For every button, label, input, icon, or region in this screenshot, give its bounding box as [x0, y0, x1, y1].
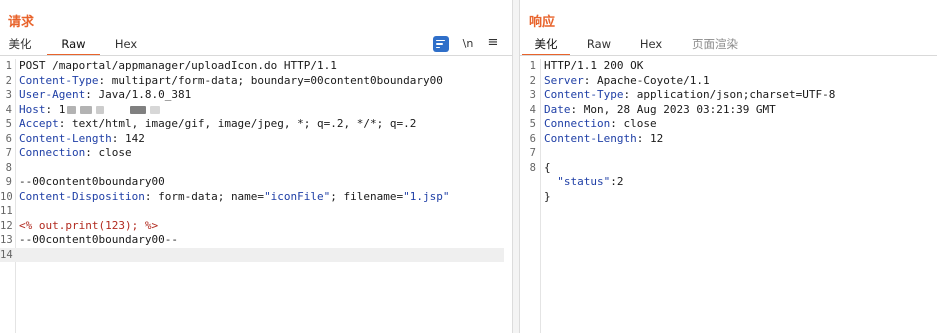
request-line: 6 Content-Length: 142 — [5, 131, 145, 145]
response-title: 响应 — [529, 15, 556, 30]
redacted-host-block — [96, 105, 105, 114]
request-line: 10 Content-Disposition: form-data; name="… — [0, 189, 450, 203]
request-tab-hex[interactable]: Hex — [108, 35, 144, 54]
request-line: 3 User-Agent: Java/1.8.0_381 — [5, 88, 192, 101]
request-line: 1 POST /maportal/appmanager/uploadIcon.do… — [5, 59, 337, 72]
request-line: 12 <% out.print(123); %> — [0, 218, 159, 232]
request-line: 11 — [0, 205, 13, 217]
response-line: 7 — [529, 147, 536, 159]
request-tab-pretty[interactable]: 美化 — [3, 35, 37, 54]
response-tabs: 美化 Raw Hex 页面渲染 — [520, 35, 937, 56]
response-line: } — [544, 189, 551, 203]
pane-splitter[interactable] — [512, 0, 520, 333]
response-pane: 响应 美化 Raw Hex 页面渲染 1 HTTP/1.1 200 OK 2 Ser… — [520, 0, 937, 333]
word-wrap-icon — [433, 36, 449, 52]
response-tab-hex[interactable]: Hex — [634, 35, 668, 54]
request-editor[interactable]: 1 POST /maportal/appmanager/uploadIcon.do… — [0, 59, 512, 333]
request-line: 5 Accept: text/html, image/gif, image/jpe… — [5, 117, 417, 130]
request-line-current[interactable]: 14 — [0, 247, 504, 262]
response-line: 3 Content-Type: application/json;charset=… — [529, 88, 836, 101]
redacted-host-block — [80, 105, 93, 114]
menu-icon[interactable]: ≡ — [486, 35, 500, 51]
request-tab-raw[interactable]: Raw — [47, 35, 100, 56]
request-line: 8 — [5, 161, 12, 174]
response-tab-raw[interactable]: Raw — [582, 35, 616, 54]
request-line: 2 Content-Type: multipart/form-data; boun… — [5, 73, 443, 87]
word-wrap-button[interactable] — [433, 36, 449, 52]
response-line: 6 Content-Length: 12 — [529, 131, 664, 145]
response-line: "status":2 — [557, 175, 624, 188]
request-pane: 请求 美化 Raw Hex \n ≡ 1 POST /maportal/appma… — [0, 0, 512, 333]
redacted-host-block — [150, 105, 161, 114]
response-line: 5 Connection: close — [529, 117, 657, 130]
response-tabs-divider — [520, 55, 937, 56]
redacted-host-block — [67, 105, 77, 114]
response-line: 1 HTTP/1.1 200 OK — [529, 59, 644, 72]
response-tab-render[interactable]: 页面渲染 — [686, 35, 744, 54]
redacted-host-block — [130, 105, 147, 114]
request-line: 7 Connection: close — [5, 146, 132, 159]
response-tab-pretty[interactable]: 美化 — [522, 35, 570, 56]
request-tabs: 美化 Raw Hex \n ≡ — [0, 35, 512, 56]
request-tabs-divider — [0, 55, 512, 56]
request-line: 13 --00content0boundary00-- — [0, 233, 178, 246]
show-newlines-button[interactable]: \n — [460, 36, 476, 52]
request-title: 请求 — [8, 15, 35, 30]
response-line: 2 Server: Apache-Coyote/1.1 — [529, 73, 710, 87]
request-line: 4 Host: 1 — [0, 103, 512, 118]
response-line: 8{ — [529, 160, 551, 174]
response-line: 4 Date: Mon, 28 Aug 2023 03:21:39 GMT — [529, 102, 776, 116]
request-line: 9 --00content0boundary00 — [5, 175, 165, 188]
response-editor[interactable]: 1 HTTP/1.1 200 OK 2 Server: Apache-Coyote/… — [520, 59, 937, 333]
